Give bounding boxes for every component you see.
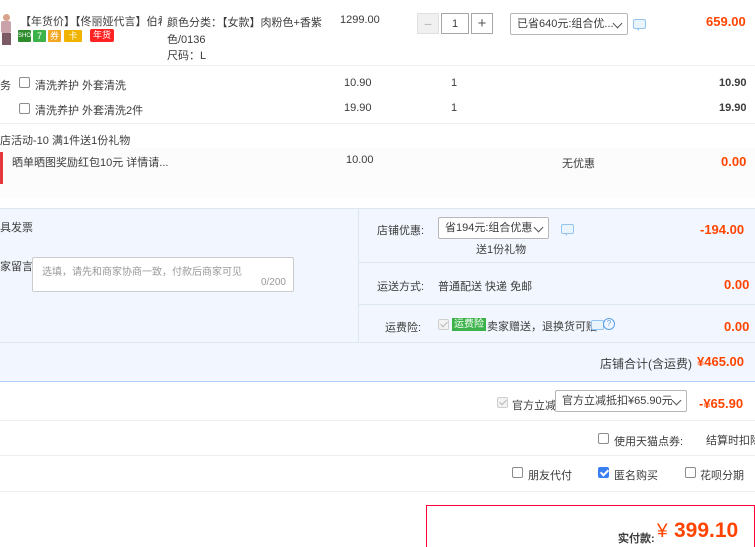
service-qty-1: 1 xyxy=(451,77,458,89)
gift-item[interactable]: 晒单晒图奖励红包10元 详情请... xyxy=(12,154,168,170)
shop-discount-note: 送1份礼物 xyxy=(476,244,527,256)
unit-price: 1299.00 xyxy=(340,14,380,26)
item-title[interactable]: 【年货价】【佟丽娅代言】伯希... xyxy=(20,13,162,29)
divider xyxy=(359,262,755,263)
chat-icon[interactable] xyxy=(633,19,646,31)
insurance-cost: 0.00 xyxy=(724,319,750,334)
qty-minus-button[interactable]: − xyxy=(417,13,439,34)
qty-plus-button[interactable]: + xyxy=(471,13,493,34)
shipping-label: 运送方式: xyxy=(377,281,425,293)
gift-discount: 无优惠 xyxy=(562,158,595,170)
official-discount-label: 官方立减 xyxy=(512,400,556,412)
service-label-1: 清洗养护 外套清洗 xyxy=(35,80,127,92)
divider xyxy=(0,123,755,124)
service-total-1: 10.90 xyxy=(719,77,747,89)
insurance-tag: 运费险 xyxy=(452,318,486,331)
shop-discount-select[interactable]: 省194元:组合优惠 xyxy=(438,217,549,239)
services-side-label: 务 xyxy=(0,80,11,92)
anonymous-checkbox[interactable] xyxy=(598,467,609,478)
pay-label: 实付款: xyxy=(618,533,655,545)
gift-rule: 满1件送1份礼物 xyxy=(52,135,131,147)
shipping-value: 普通配送 快递 免邮 xyxy=(438,281,533,293)
divider xyxy=(0,420,755,421)
shipping-cost: 0.00 xyxy=(724,277,750,292)
shop-discount-label: 店铺优惠: xyxy=(377,225,425,237)
shop-badge: SHOP xyxy=(18,30,35,42)
coupon-badge: 券 xyxy=(48,30,61,42)
shop-activity: 店活动-10 xyxy=(0,135,49,147)
service-qty-2: 1 xyxy=(451,102,458,114)
official-discount-value: -¥65.90 xyxy=(699,396,744,411)
pay-amount: 399.10 xyxy=(674,519,739,542)
discount-select[interactable]: 已省640元:组合优... xyxy=(510,13,628,35)
gift-marker xyxy=(0,152,3,184)
divider xyxy=(0,455,755,456)
shop-total-label: 店铺合计(含运费) xyxy=(600,357,692,371)
divider xyxy=(0,65,755,66)
service-price-1: 10.90 xyxy=(344,77,372,89)
service-total-2: 19.90 xyxy=(719,102,747,114)
product-thumbnail[interactable] xyxy=(0,10,12,50)
spec-color: 颜色分类：【女款】肉粉色+香紫 xyxy=(167,17,322,29)
chat-icon[interactable] xyxy=(561,224,574,236)
friend-pay-label: 朋友代付 xyxy=(528,470,572,482)
seven-day-badge: 7 xyxy=(33,30,46,42)
message-placeholder: 选填，请先和商家协商一致，付款后商家可见 xyxy=(42,267,242,278)
gift-price: 10.00 xyxy=(346,154,374,166)
official-discount-select[interactable]: 官方立减抵扣¥65.90元 xyxy=(555,390,687,412)
message-textarea[interactable]: 选填，请先和商家协商一致，付款后商家可见 0/200 xyxy=(32,257,294,292)
service-checkbox-1[interactable] xyxy=(19,77,30,88)
friend-pay-checkbox[interactable] xyxy=(512,467,523,478)
service-checkbox-2[interactable] xyxy=(19,103,30,114)
gift-total: 0.00 xyxy=(721,154,747,169)
spec-size: 尺码：L xyxy=(167,50,207,62)
qty-input[interactable]: 1 xyxy=(441,13,469,34)
shop-total-value: ¥465.00 xyxy=(697,354,744,369)
chevron-down-icon xyxy=(533,222,544,233)
chat-icon[interactable] xyxy=(591,320,604,332)
points-label: 使用天猫点券: xyxy=(614,436,684,448)
insurance-checkbox[interactable] xyxy=(438,319,449,330)
item-subtotal: 659.00 xyxy=(706,14,746,29)
chevron-down-icon xyxy=(671,395,682,406)
service-price-2: 19.90 xyxy=(344,102,372,114)
panel-divider xyxy=(358,208,359,342)
help-icon[interactable]: ? xyxy=(603,318,615,330)
anonymous-label: 匿名购买 xyxy=(614,470,658,482)
insurance-label: 运费险: xyxy=(385,322,422,334)
service-label-2: 清洗养护 外套清洗2件 xyxy=(35,105,144,117)
huabei-label: 花呗分期 xyxy=(700,470,744,482)
card-badge: 卡 xyxy=(64,30,82,42)
huabei-checkbox[interactable] xyxy=(685,467,696,478)
promo-badge: 年货 xyxy=(90,29,114,42)
official-discount-checkbox[interactable] xyxy=(497,397,508,408)
divider xyxy=(0,342,755,343)
message-label: 家留言: xyxy=(0,261,37,273)
insurance-text: 卖家赠送，退换货可赔 xyxy=(487,321,597,333)
divider xyxy=(359,304,755,305)
invoice-label[interactable]: 具发票 xyxy=(0,219,33,235)
message-count: 0/200 xyxy=(260,277,286,288)
spec-color-cont: 色/0136 xyxy=(167,34,206,46)
chevron-down-icon xyxy=(612,18,623,29)
shop-discount-value: -194.00 xyxy=(700,222,745,237)
divider xyxy=(0,491,755,492)
pay-currency: ¥ xyxy=(657,521,668,542)
points-right-text: 结算时扣除 xyxy=(706,435,755,447)
points-checkbox[interactable] xyxy=(598,433,609,444)
